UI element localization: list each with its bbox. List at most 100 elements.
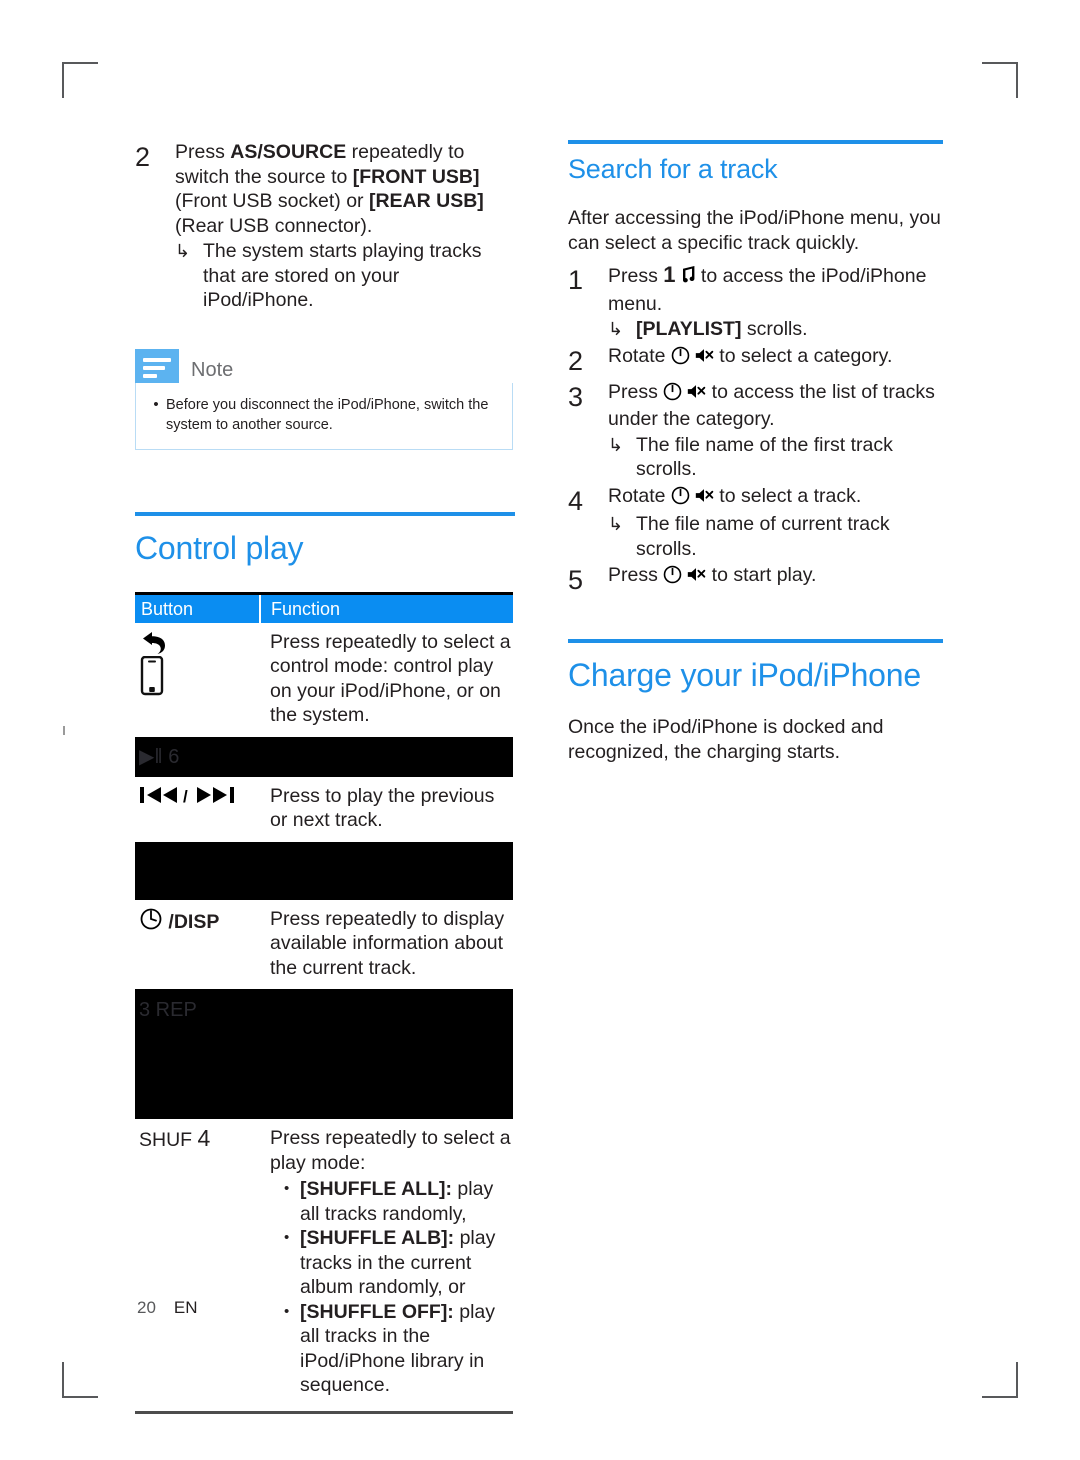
note-bullet-icon: • [153,395,159,413]
crop-mark-bottom-left [62,1362,98,1398]
disp-label: /DISP [168,911,219,933]
table-cell-function: Press repeatedly to display available in… [270,907,505,979]
svg-text:/: / [183,787,188,806]
search-step-2-pre: Rotate [608,344,671,367]
step-2-pre: Press [175,141,231,163]
note-box: Note • Before you disconnect the iPod/iP… [135,348,513,450]
crop-mark-top-right [982,62,1018,98]
table-bottom-rule [135,1410,513,1414]
page-title-search-track: Search for a track [568,154,778,184]
section-rule [135,511,515,516]
charge-para: Once the iPod/iPhone is docked and recog… [568,716,884,763]
playlist-rest: scrolls. [741,318,808,340]
table-row: / Press to play the previous or next tra… [135,777,513,842]
step-2-bold-front-usb: [FRONT USB] [352,165,480,188]
section-charge: Charge your iPod/iPhone [568,639,943,695]
playlist-bold: [PLAYLIST] [636,318,742,340]
search-step-1-key: 1 [663,262,676,287]
step-2-bold-assource: AS/SOURCE [230,141,347,163]
table-cell-function: Press repeatedly to select a play mode: … [260,1119,513,1407]
clock-power-icon [139,907,163,938]
crop-mark-bottom-right [982,1362,1018,1398]
step-2-result-text: The system starts playing tracks that ar… [203,240,482,311]
page-number: 20 [137,1298,156,1317]
prev-next-track-icon: / [139,786,245,811]
table-row: /DISP Press repeatedly to display availa… [135,900,513,990]
shuf-bullet-list: • [SHUFFLE ALL]: play all tracks randoml… [270,1177,513,1398]
note-text: Before you disconnect the iPod/iPhone, s… [166,396,489,433]
section-rule [568,639,943,643]
section-search-track: Search for a track [568,140,943,186]
search-step-1-result-text: [PLAYLIST] scrolls. [636,317,943,342]
search-step-1-pre: Press [608,265,664,287]
bullet-icon: • [284,1302,290,1320]
step-2-text: Press AS/SOURCE repeatedly to switch the… [175,140,515,238]
disp-label-text: /DISP [168,910,220,933]
shuf-label-number: 4 [197,1125,211,1151]
search-step-4-body: Rotate to select a track. ↳ The file nam… [608,484,943,562]
table-cell-button: / [135,777,260,842]
redacted-bar-cell: 3 REP [135,989,513,1119]
control-table: Button Function Press repeatedly to sele… [135,591,513,1407]
mute-speaker-icon [686,382,706,408]
result-arrow-icon: ↳ [608,319,624,339]
search-step-3-result: ↳ The file name of the first track scrol… [608,433,943,482]
search-step-5-number: 5 [568,565,584,595]
table-cell-button [135,623,260,737]
table-header-button: Button [135,591,261,623]
search-step-5: 5 Press to start play. [568,563,943,597]
search-step-5-text: Press to start play. [608,563,943,591]
step-2-mid2: (Front USB socket) or [175,190,369,212]
table-header-function: Function [260,591,513,623]
iphone-icon [139,655,260,696]
list-item-text: [SHUFFLE ALB]: play tracks in the curren… [300,1226,513,1300]
shuf-label: SHUF [139,1129,193,1151]
redacted-bar: ▶ǁ 6 [135,736,513,777]
step-2-bold-rear-usb: [REAR USB] [368,190,484,212]
search-step-3-number: 3 [568,381,584,412]
search-step-1-text: Press 1 to access the iPod/iPhone menu. [608,262,943,316]
page-footer: 20 EN [137,1297,198,1319]
redaction-watermark: 3 REP [139,999,197,1021]
note-lines-icon [135,348,179,383]
note-body: • Before you disconnect the iPod/iPhone,… [135,382,513,450]
mute-speaker-icon [694,486,714,512]
search-step-5-body: Press to start play. [608,563,943,591]
search-step-2-post: to select a category. [713,344,893,367]
search-step-1-body: Press 1 to access the iPod/iPhone menu. … [608,262,943,342]
result-arrow-icon: ↳ [608,434,624,455]
search-step-5-pre: Press [608,564,664,586]
margin-tick-mark [63,726,65,735]
power-circle-icon [671,486,690,512]
search-step-4: 4 Rotate to select a track. ↳ The file n… [568,484,943,562]
search-step-4-post: to select a track. [713,484,862,507]
list-item-bold: [SHUFFLE ALB]: [300,1227,455,1249]
redacted-bar: 3 REP [135,989,513,1119]
power-circle-icon [663,565,682,591]
note-title: Note [191,358,234,381]
search-step-1: 1 Press 1 to access the iPod/iPhone menu… [568,262,943,342]
list-item: • [SHUFFLE OFF]: play all tracks in the … [270,1300,513,1398]
bullet-icon: • [284,1180,290,1197]
music-note-icon [676,265,696,292]
table-header-row: Button Function [135,591,513,623]
table-cell-button: /DISP [135,900,260,990]
search-step-1-result: ↳ [PLAYLIST] scrolls. [608,317,943,342]
crop-mark-top-left [62,62,98,98]
search-step-4-result: ↳ The file name of current track scrolls… [608,512,943,561]
search-step-3: 3 Press to access the list of tracks und… [568,380,943,482]
note-header: Note [135,348,513,383]
mute-speaker-icon [686,565,706,591]
section-rule [568,140,943,144]
table-row: SHUF 4 Press repeatedly to select a play… [135,1119,513,1407]
step-2-tail: (Rear USB connector). [175,214,373,237]
note-item: • Before you disconnect the iPod/iPhone,… [146,395,498,435]
table-row: Press repeatedly to select a control mod… [135,623,513,737]
search-step-5-post: to start play. [706,564,817,586]
shuf-function-intro: Press repeatedly to select a play mode: [270,1127,511,1174]
power-circle-icon [663,382,682,408]
right-column: Search for a track After accessing the i… [568,140,943,764]
search-step-2-text: Rotate to select a category. [608,344,943,372]
table-cell-button: SHUF 4 [135,1119,260,1407]
redacted-bar-cell: ▶ǁ 6 [135,736,513,777]
